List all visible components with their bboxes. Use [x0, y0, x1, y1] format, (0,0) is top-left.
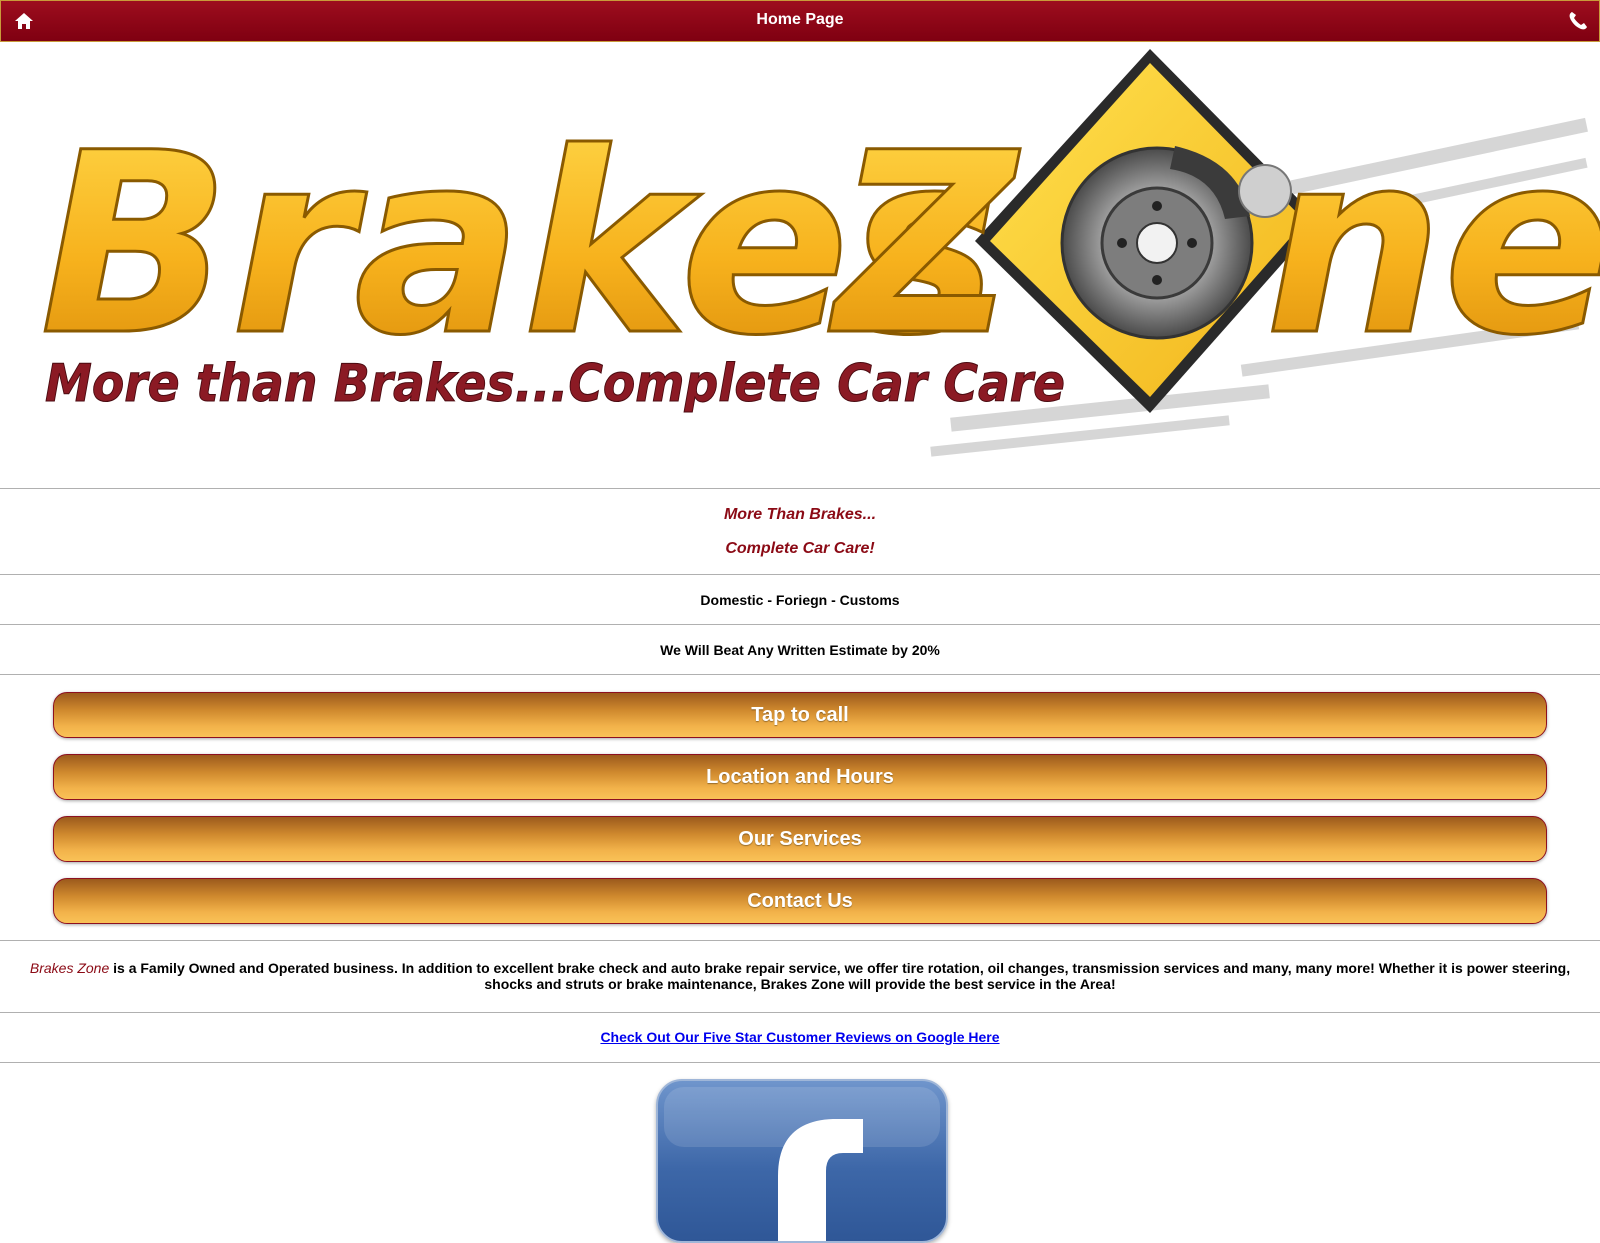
about-paragraph: Brakes Zone is a Family Owned and Operat… [20, 960, 1580, 992]
divider [0, 1012, 1600, 1013]
slogan-line-2: Complete Car Care! [725, 540, 875, 557]
facebook-icon[interactable] [656, 1079, 948, 1243]
vehicle-types-text: Domestic - Foriegn - Customs [700, 592, 900, 608]
about-text: is a Family Owned and Operated business.… [109, 960, 1571, 992]
page-title: Home Page [756, 11, 844, 28]
about-brand-name: Brakes Zone [29, 960, 110, 976]
phone-icon[interactable] [1567, 10, 1589, 32]
divider [0, 674, 1600, 675]
divider [0, 488, 1600, 489]
tap-to-call-button[interactable]: Tap to call [53, 692, 1547, 738]
top-bar: Home Page [0, 0, 1600, 42]
estimate-offer-text: We Will Beat Any Written Estimate by 20% [660, 642, 940, 658]
our-services-button[interactable]: Our Services [53, 816, 1547, 862]
google-reviews-link[interactable]: Check Out Our Five Star Customer Reviews… [600, 1029, 999, 1045]
contact-us-button[interactable]: Contact Us [53, 878, 1547, 924]
location-hours-button[interactable]: Location and Hours [53, 754, 1547, 800]
divider [0, 624, 1600, 625]
logo-ne-text: ne [1265, 99, 1600, 390]
reviews-link-container: Check Out Our Five Star Customer Reviews… [0, 1029, 1600, 1045]
logo-z-text: Z [828, 99, 1021, 390]
slogan-line-1: More Than Brakes... [723, 506, 877, 523]
brakes-zone-logo: Brakes Z ne More than Brakes...Complete … [0, 41, 1600, 488]
logo-tagline: More than Brakes...Complete Car Care [45, 354, 1065, 414]
divider [0, 940, 1600, 941]
divider [0, 574, 1600, 575]
divider [0, 1062, 1600, 1063]
